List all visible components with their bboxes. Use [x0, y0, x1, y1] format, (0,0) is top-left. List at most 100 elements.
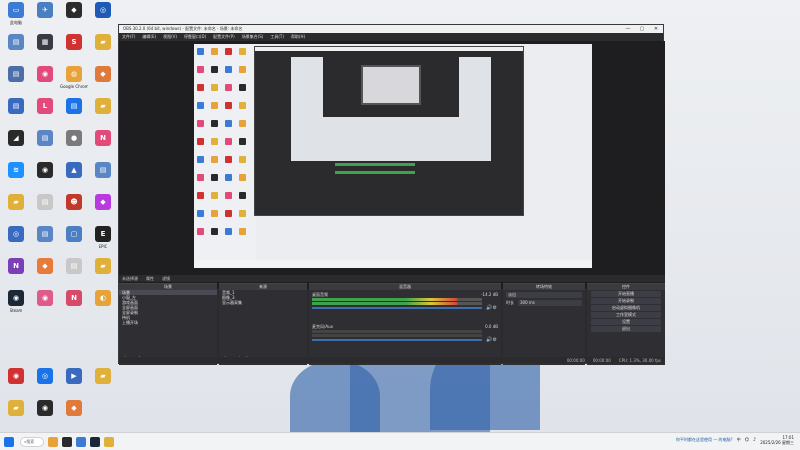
desktop-icon[interactable]: ☻	[60, 194, 88, 224]
desktop-icon[interactable]: ◆	[31, 258, 59, 288]
nested-icon	[197, 120, 204, 127]
obs-taskbar-icon[interactable]	[62, 436, 72, 447]
desktop-icon[interactable]: ▰	[89, 368, 117, 398]
volume-slider[interactable]	[312, 307, 482, 309]
desktop-icon[interactable]: ◉ Steam	[2, 290, 30, 320]
desktop-icon[interactable]: ▤	[31, 194, 59, 224]
menu-item[interactable]: 视图(V)	[163, 34, 177, 40]
desktop-icon[interactable]: ▰	[89, 98, 117, 128]
desktop-icon[interactable]: ✈	[31, 2, 59, 32]
desktop-icon[interactable]: E EPIC	[89, 226, 117, 256]
menu-item[interactable]: 帮助(H)	[291, 34, 305, 40]
mute-icon[interactable]: 🔊⚙	[486, 337, 497, 343]
desktop-icon[interactable]: ▤	[89, 162, 117, 192]
filters-button[interactable]: 滤镜	[162, 276, 170, 282]
desktop-icon[interactable]: ◢	[2, 130, 30, 160]
desktop-icon[interactable]: ◍ Google Chrome	[60, 66, 88, 96]
start-button-icon[interactable]	[4, 436, 14, 447]
network-icon[interactable]: ⌬	[745, 437, 749, 443]
menu-item[interactable]: 工具(T)	[270, 34, 284, 40]
desktop-icon[interactable]: ◎	[2, 226, 30, 256]
desktop-icon[interactable]: ◎	[31, 368, 59, 398]
desktop-icon[interactable]: ▤	[31, 130, 59, 160]
close-button[interactable]: ✕	[649, 26, 663, 32]
desktop-icon[interactable]: ◎	[89, 2, 117, 32]
chrome-taskbar-icon[interactable]	[48, 436, 58, 447]
preview-canvas[interactable]	[194, 44, 592, 268]
control-button[interactable]: 开始录制	[591, 298, 661, 304]
control-button[interactable]: 启动虚拟摄像机	[591, 305, 661, 311]
desktop-icon[interactable]: L	[31, 98, 59, 128]
properties-button[interactable]: 属性	[146, 276, 154, 282]
desktop-icon[interactable]: ◉	[2, 368, 30, 398]
desktop-icon[interactable]: ▦	[31, 34, 59, 64]
desktop-icon[interactable]: ▲	[60, 162, 88, 192]
app-taskbar-icon[interactable]	[76, 436, 86, 447]
desktop-icon[interactable]: ◆	[89, 66, 117, 96]
nested-icon	[211, 228, 218, 235]
desktop-icon[interactable]: N	[2, 258, 30, 288]
clock[interactable]: 17:01 2025/2/26 星期三	[760, 435, 794, 445]
source-item[interactable]: 显示器采集	[219, 300, 307, 305]
nested-icon	[197, 84, 204, 91]
desktop-icon[interactable]: ◉	[31, 400, 59, 430]
app-icon: ◆	[95, 194, 111, 210]
steam-taskbar-icon[interactable]	[90, 436, 100, 447]
search-input[interactable]: ⌕ 搜索	[20, 436, 44, 447]
desktop-icon[interactable]: ◉	[31, 162, 59, 192]
desktop-icon[interactable]: ▶	[60, 368, 88, 398]
desktop-icon[interactable]: ▤	[2, 98, 30, 128]
menu-item[interactable]: 编辑(E)	[142, 34, 156, 40]
desktop-icon[interactable]: ▭ 此电脑	[2, 2, 30, 32]
scene-item[interactable]: 上播开场	[119, 320, 217, 325]
desktop-icon[interactable]: S	[60, 34, 88, 64]
app-icon: ▶	[66, 368, 82, 384]
menu-item[interactable]: 停靠窗口(D)	[184, 34, 206, 40]
transition-select[interactable]: 淡出	[506, 292, 582, 298]
tray-notice[interactable]: 你平时都在这里使用 — 的电脑?	[676, 437, 733, 443]
desktop-icon[interactable]: ▰	[2, 194, 30, 224]
desktop-icon[interactable]: N	[60, 290, 88, 320]
desktop-icon[interactable]: ◉	[31, 290, 59, 320]
nested-icon	[225, 174, 232, 181]
control-button[interactable]: 退出	[591, 326, 661, 332]
desktop-icon[interactable]: ▤	[60, 98, 88, 128]
controls-dock: 控件 开始直播 开始录制 启动虚拟摄像机 工作室模式 设置 退出	[587, 283, 665, 365]
volume-icon[interactable]: ♪	[753, 437, 756, 443]
control-button[interactable]: 设置	[591, 319, 661, 325]
mute-icon[interactable]: 🔊⚙	[486, 305, 497, 311]
control-button[interactable]: 开始直播	[591, 291, 661, 297]
menu-item[interactable]: 场景集合(S)	[242, 34, 264, 40]
desktop-icon[interactable]: ◆	[60, 2, 88, 32]
app-icon: N	[8, 258, 24, 274]
menu-item[interactable]: 文件(F)	[122, 34, 135, 40]
desktop-icon[interactable]: N	[89, 130, 117, 160]
obs-menubar: 文件(F) 编辑(E) 视图(V) 停靠窗口(D) 配置文件(P) 场景集合(S) 工具(T…	[119, 33, 663, 41]
desktop-icon[interactable]: ▤	[2, 66, 30, 96]
live-time: 00:00:00	[566, 357, 585, 363]
menu-item[interactable]: 配置文件(P)	[213, 34, 235, 40]
desktop-icon[interactable]: ●	[60, 130, 88, 160]
desktop-icon[interactable]: ▰	[89, 34, 117, 64]
desktop-icon[interactable]: ◉	[31, 66, 59, 96]
desktop-icon[interactable]: ▰	[2, 400, 30, 430]
control-button[interactable]: 工作室模式	[591, 312, 661, 318]
desktop-icon[interactable]: ◆	[89, 194, 117, 224]
duration-input[interactable]: 300 ms	[518, 300, 582, 306]
desktop-icon[interactable]: ◐	[89, 290, 117, 320]
desktop-icon[interactable]: ▤	[31, 226, 59, 256]
lang-indicator[interactable]: 中	[737, 437, 741, 443]
maximize-button[interactable]: ▢	[635, 26, 649, 32]
desktop-icon[interactable]: ▤	[60, 258, 88, 288]
explorer-taskbar-icon[interactable]	[104, 436, 114, 447]
minimize-button[interactable]: —	[621, 26, 635, 32]
desktop-icon[interactable]: ▰	[89, 258, 117, 288]
desktop-icon[interactable]: ≋	[2, 162, 30, 192]
desktop-icon[interactable]: ◆	[60, 400, 88, 430]
app-icon: ▤	[37, 130, 53, 146]
desktop-icon[interactable]: ▤	[2, 34, 30, 64]
volume-slider[interactable]	[312, 339, 482, 341]
nested-icon	[225, 156, 232, 163]
desktop-icon[interactable]: ▢	[60, 226, 88, 256]
volume-meter	[312, 302, 482, 305]
